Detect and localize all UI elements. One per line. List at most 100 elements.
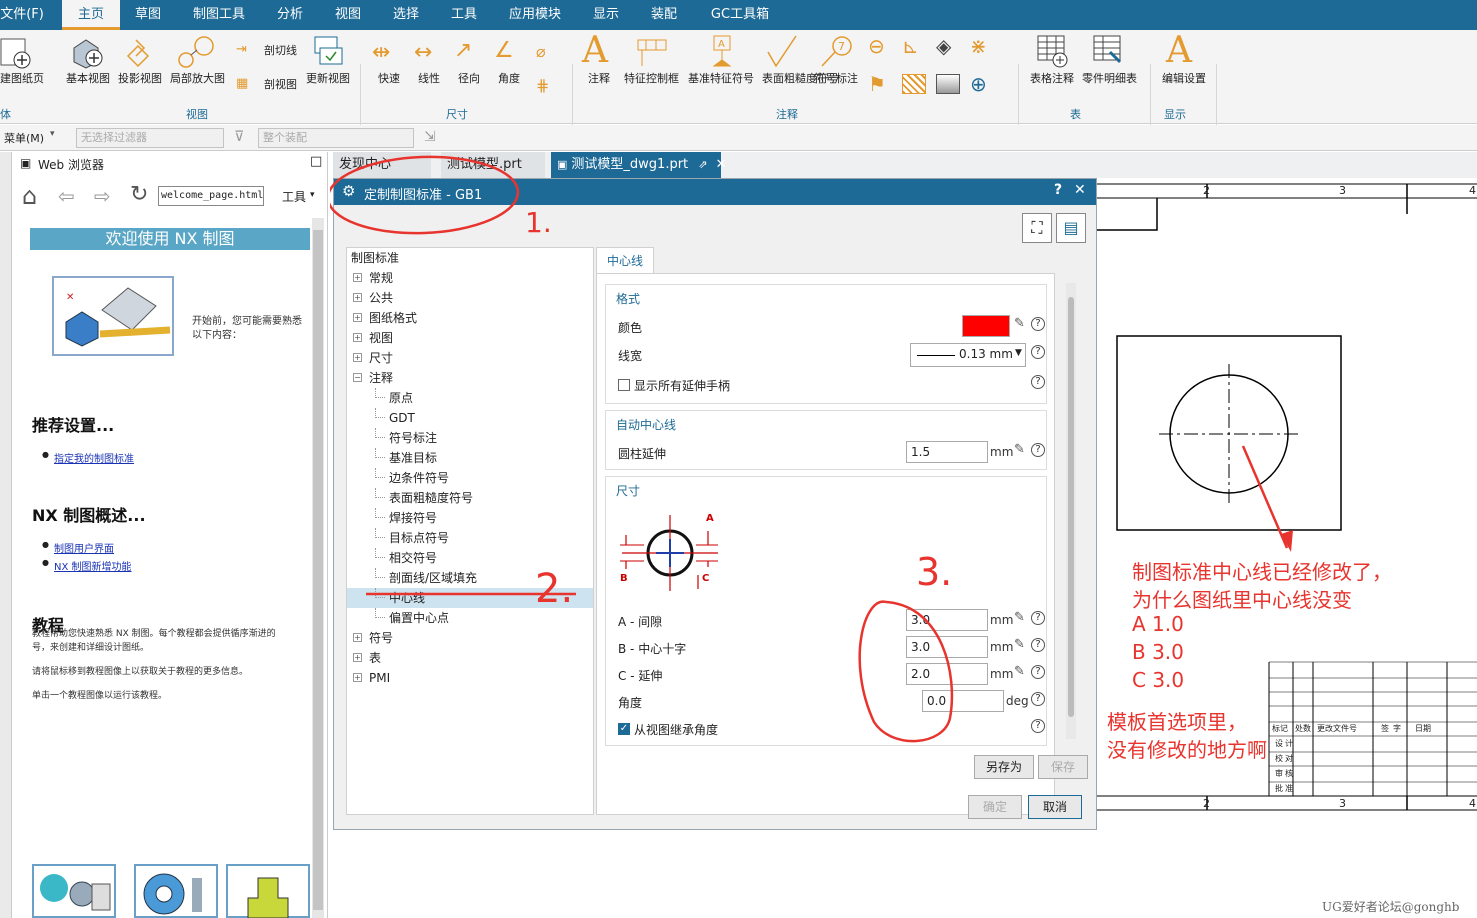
datum-feature-icon[interactable]: A [708, 34, 736, 68]
help-icon[interactable]: ? [1031, 692, 1045, 706]
pencil-icon[interactable]: ✎ [1014, 610, 1025, 625]
magnify-icon[interactable]: ⊖ [868, 34, 885, 58]
linear-dim-icon[interactable]: ↔ [414, 40, 432, 65]
note-icon[interactable]: A [582, 30, 608, 71]
tutorial-image-2[interactable] [134, 864, 218, 918]
corner-icon[interactable]: ⊾ [902, 34, 919, 58]
tabular-note-icon[interactable] [1036, 34, 1070, 68]
centerline-icon[interactable]: ⊕ [970, 72, 987, 96]
edit-settings-label[interactable]: 编辑设置 [1162, 72, 1206, 86]
projected-view-label[interactable]: 投影视图 [118, 72, 162, 86]
fill-icon[interactable]: ◈ [936, 34, 951, 58]
refresh-icon[interactable]: ↻ [130, 182, 148, 207]
id-symbol-icon[interactable]: 7 [818, 34, 854, 68]
radial-dim-icon[interactable]: ↗ [454, 38, 472, 63]
tools-menu[interactable]: 工具 [282, 188, 306, 205]
chevron-down-icon[interactable]: ▾ [50, 129, 55, 139]
angular-dim-icon[interactable]: ∠ [494, 38, 514, 63]
selection-icon[interactable]: ⇲ [424, 129, 436, 145]
new-sheet-label[interactable]: 建图纸页 [0, 72, 44, 86]
update-view-label[interactable]: 更新视图 [306, 72, 350, 86]
rapid-dim-label[interactable]: 快速 [378, 72, 400, 86]
scroll-thumb[interactable] [313, 230, 323, 910]
home-icon[interactable]: ⌂ [22, 182, 37, 210]
datum-feature-label[interactable]: 基准特征符号 [688, 72, 754, 86]
tab-drafting-tools[interactable]: 制图工具 [186, 0, 252, 30]
new-sheet-icon[interactable] [0, 36, 34, 72]
menu-button[interactable]: 菜单(M) [4, 130, 44, 146]
base-view-icon[interactable] [70, 34, 106, 70]
linear-dim-label[interactable]: 线性 [418, 72, 440, 86]
assembly-scope-select[interactable]: 整个装配 [258, 128, 414, 148]
radial-dim-label[interactable]: 径向 [458, 72, 480, 86]
tutorial-image-3[interactable] [226, 864, 310, 918]
save-button[interactable]: 保存 [1038, 755, 1088, 779]
help-button[interactable]: ? [1054, 182, 1062, 198]
pencil-icon[interactable]: ✎ [1014, 316, 1025, 331]
tab-sketch[interactable]: 草图 [126, 0, 170, 30]
section-line-icon[interactable]: ⇥ [236, 42, 247, 57]
props-scrollbar-track[interactable] [1066, 283, 1076, 739]
help-icon[interactable]: ? [1031, 375, 1045, 389]
section-view-label[interactable]: 剖视图 [264, 78, 297, 92]
update-view-icon[interactable] [312, 34, 348, 70]
id-symbol-label[interactable]: 符号标注 [814, 72, 858, 86]
import-icon[interactable]: ▤ [1056, 213, 1086, 243]
tab-analysis[interactable]: 分析 [268, 0, 312, 30]
detail-view-icon[interactable] [176, 34, 216, 70]
parts-list-label[interactable]: 零件明细表 [1082, 72, 1137, 86]
pencil-icon[interactable]: ✎ [1014, 442, 1025, 457]
angular-dim-label[interactable]: 角度 [498, 72, 520, 86]
weld-icon[interactable]: ⚑ [868, 72, 886, 96]
image-icon[interactable] [936, 74, 960, 94]
projected-view-icon[interactable] [122, 34, 158, 70]
surface-finish-label[interactable]: 表面粗糙度符号 [762, 72, 839, 86]
help-icon[interactable]: ? [1031, 665, 1045, 679]
help-icon[interactable]: ? [1031, 443, 1045, 457]
find-icon[interactable]: ⛶ [1022, 213, 1052, 243]
drawing-sheet[interactable]: 2 3 4 2 3 4 标记 处数 更改文件号 签 字 日期 设 计 校 对 审… [1097, 178, 1477, 918]
scroll-thumb[interactable] [1068, 297, 1074, 717]
fcf-icon[interactable] [636, 38, 668, 68]
back-icon[interactable]: ⇦ [58, 184, 75, 208]
tab-applications[interactable]: 应用模块 [502, 0, 568, 30]
ui-link[interactable]: 制图用户界面 [54, 540, 114, 555]
hatch-icon[interactable] [902, 74, 926, 94]
help-icon[interactable]: ? [1031, 317, 1045, 331]
menu-file[interactable]: 文件(F) [0, 0, 44, 30]
help-icon[interactable]: ? [1031, 345, 1045, 359]
note-label[interactable]: 注释 [588, 72, 610, 86]
target-point-icon[interactable]: ⋇ [970, 34, 987, 58]
pencil-icon[interactable]: ✎ [1014, 664, 1025, 679]
section-view-icon[interactable]: ▦ [236, 76, 248, 91]
maximize-icon[interactable]: □ [310, 154, 322, 169]
chevron-down-icon[interactable]: ▾ [310, 190, 315, 200]
ok-button[interactable]: 确定 [968, 795, 1022, 819]
forward-icon[interactable]: ⇨ [94, 184, 111, 208]
tab-tools[interactable]: 工具 [442, 0, 486, 30]
whats-new-link[interactable]: NX 制图新增功能 [54, 558, 132, 573]
parts-list-icon[interactable] [1092, 34, 1126, 68]
standards-link[interactable]: 指定我的制图标准 [54, 450, 134, 465]
tab-select[interactable]: 选择 [384, 0, 428, 30]
type-filter-select[interactable]: 无选择过滤器 [76, 128, 224, 148]
help-icon[interactable]: ? [1031, 638, 1045, 652]
section-line-label[interactable]: 剖切线 [264, 44, 297, 58]
tab-gc-toolbox[interactable]: GC工具箱 [702, 0, 778, 30]
rapid-dim-icon[interactable]: ⇹ [372, 40, 390, 65]
surface-finish-icon[interactable] [766, 34, 800, 68]
hole-dim-icon[interactable]: ⌀ [536, 42, 546, 61]
tutorial-image-1[interactable] [32, 864, 116, 918]
tab-display[interactable]: 显示 [584, 0, 628, 30]
base-view-label[interactable]: 基本视图 [66, 72, 110, 86]
tab-home[interactable]: 主页 [62, 0, 120, 30]
cancel-button[interactable]: 取消 [1028, 795, 1082, 819]
tab-assembly[interactable]: 装配 [642, 0, 686, 30]
pencil-icon[interactable]: ✎ [1014, 637, 1025, 652]
close-button[interactable]: ✕ [1074, 182, 1086, 198]
edit-settings-icon[interactable]: A [1166, 30, 1192, 71]
help-icon[interactable]: ? [1031, 611, 1045, 625]
url-input[interactable]: welcome_page.html [158, 186, 264, 206]
filter-icon[interactable]: ⊽ [234, 129, 244, 145]
detail-view-label[interactable]: 局部放大图 [170, 72, 225, 86]
